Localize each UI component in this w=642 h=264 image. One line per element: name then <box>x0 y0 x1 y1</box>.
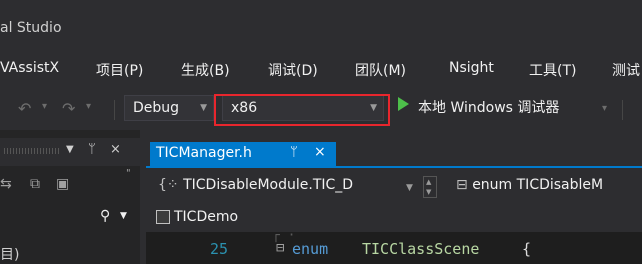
code-brace: { <box>522 240 532 258</box>
redo-icon[interactable]: ↷ <box>62 99 75 118</box>
menu-item-tools[interactable]: 工具(T) <box>529 60 576 80</box>
member-select[interactable]: ⊟ enum TICDisableM <box>450 172 642 200</box>
navigation-bar: {⁘ TICDisableModule.TIC_D ▼ ▲ ▼ ⊟ enum T… <box>146 166 642 206</box>
menu-item-team[interactable]: 团队(M) <box>355 60 406 80</box>
panel-toolbar: ⇆ ⧉ ▣ " <box>0 168 140 202</box>
undo-icon[interactable]: ↶ <box>18 99 31 118</box>
sync-icon[interactable]: ⇆ <box>0 176 12 192</box>
solution-explorer-panel: ▼ ᛘ × ⇆ ⧉ ▣ " ⚲ ▼ 目) <box>0 130 140 264</box>
close-icon[interactable]: × <box>314 144 326 160</box>
start-debugger-button[interactable]: 本地 Windows 调试器 <box>418 97 559 117</box>
chevron-down-icon[interactable]: ▼ <box>426 188 431 196</box>
panel-options-icon[interactable]: ▼ <box>66 144 74 155</box>
title-bar: al Studio <box>0 0 642 48</box>
show-all-files-icon[interactable]: ▣ <box>56 176 69 192</box>
scope-select[interactable]: {⁘ TICDisableModule.TIC_D ▼ <box>152 172 422 200</box>
scope-value: {⁘ TICDisableModule.TIC_D <box>158 177 354 193</box>
menu-bar: VAssistX 项目(P) 生成(B) 调试(D) 团队(M) Nsight … <box>0 48 642 90</box>
tab-ticmanager[interactable]: TICManager.h ᛘ × <box>150 142 336 166</box>
chevron-down-icon: ▼ <box>200 103 207 113</box>
code-identifier: TICClassScene <box>362 240 480 258</box>
redo-dropdown-icon[interactable]: ▾ <box>86 101 91 112</box>
window-title: al Studio <box>0 20 62 36</box>
panel-header: ▼ ᛘ × <box>0 138 140 166</box>
undo-dropdown-icon[interactable]: ▾ <box>42 101 47 112</box>
collapse-icon[interactable]: ⊟ <box>276 240 284 256</box>
project-bar: TICDemo <box>146 206 642 232</box>
overflow-icon[interactable]: " <box>126 168 131 179</box>
member-value: ⊟ enum TICDisableM <box>456 177 604 193</box>
menu-item-debug[interactable]: 调试(D) <box>268 60 318 80</box>
code-keyword: enum <box>292 240 329 258</box>
pin-icon[interactable]: ᛘ <box>290 145 298 160</box>
tab-label: TICManager.h <box>156 145 252 161</box>
menu-item-project[interactable]: 项目(P) <box>96 60 143 80</box>
menu-item-test[interactable]: 测试 <box>612 60 640 80</box>
project-name[interactable]: TICDemo <box>174 209 238 225</box>
scope-spinner[interactable]: ▲ ▼ <box>423 176 437 198</box>
chevron-down-icon[interactable]: ▾ <box>602 103 607 114</box>
chevron-up-icon[interactable]: ▲ <box>426 178 431 186</box>
chevron-down-icon: ▼ <box>406 183 413 193</box>
close-icon[interactable]: × <box>110 142 121 157</box>
collapse-all-icon[interactable]: ⧉ <box>30 176 40 192</box>
pin-icon[interactable]: ᛘ <box>88 142 96 157</box>
panel-grip[interactable] <box>4 148 60 154</box>
search-icon[interactable]: ⚲ <box>100 208 110 224</box>
menu-item-nsight[interactable]: Nsight <box>449 60 494 76</box>
menu-item-assistx[interactable]: VAssistX <box>0 60 59 76</box>
project-icon <box>156 210 170 224</box>
configuration-value: Debug <box>133 100 180 116</box>
play-icon[interactable] <box>398 97 409 111</box>
toolbar-separator <box>622 100 623 120</box>
line-number: 25 <box>210 240 229 258</box>
tree-item[interactable]: 目) <box>0 244 19 264</box>
code-editor[interactable]: ┌ · 25 ⊟ enum TICClassScene { <box>146 228 642 264</box>
configuration-select[interactable]: Debug ▼ <box>124 95 214 121</box>
search-input[interactable]: ⚲ ▼ <box>0 202 140 234</box>
platform-highlight-box <box>214 94 390 126</box>
toolbar-separator <box>114 100 115 120</box>
chevron-down-icon[interactable]: ▼ <box>120 211 127 221</box>
document-tab-strip: TICManager.h ᛘ × <box>146 130 642 166</box>
menu-item-build[interactable]: 生成(B) <box>181 60 230 80</box>
